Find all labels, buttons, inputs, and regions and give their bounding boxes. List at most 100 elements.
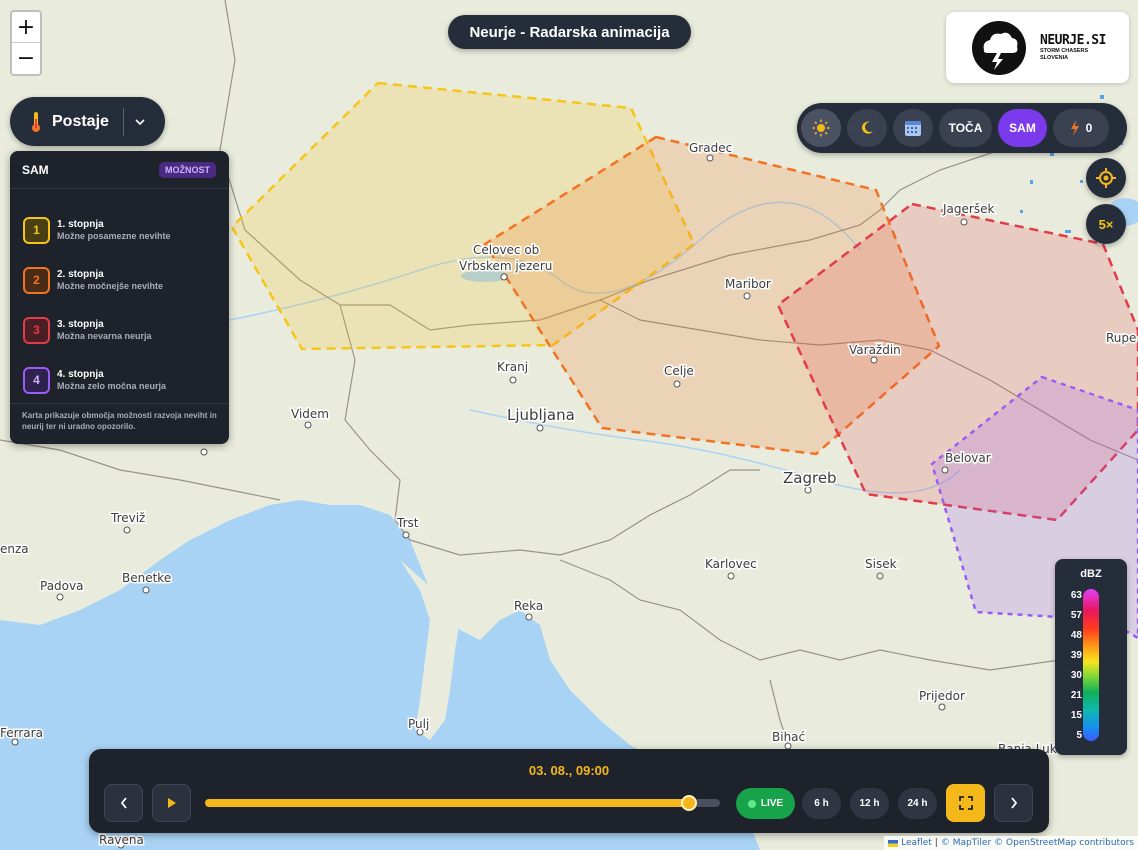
live-button[interactable]: LIVE xyxy=(736,788,795,819)
city-label: Ravena xyxy=(99,833,144,847)
play-icon xyxy=(167,798,176,808)
logo-text: NEURJE.SI STORM CHASERS SLOVENIA xyxy=(1040,34,1106,61)
city-label: Rupe xyxy=(1106,331,1136,345)
leaflet-link[interactable]: Leaflet xyxy=(901,838,932,848)
logo-tagline-1: STORM CHASERS xyxy=(1040,48,1089,54)
city-label: Zagreb xyxy=(783,469,837,487)
city-label: Trst xyxy=(396,516,419,530)
hail-layer-button[interactable]: TOČA xyxy=(939,109,992,147)
level-desc: Možna nevarna neurja xyxy=(57,330,152,341)
chevron-down-icon[interactable] xyxy=(134,118,146,126)
level-name: 1. stopnja xyxy=(57,219,104,231)
city-label: Maribor xyxy=(725,277,771,291)
range-24h-button[interactable]: 24 h xyxy=(898,788,937,819)
range-12h-button[interactable]: 12 h xyxy=(850,788,889,819)
logo-name: NEURJE.SI xyxy=(1040,33,1106,48)
legend-header: SAM MOŽNOST xyxy=(10,151,229,189)
legend-level-4: 4 4. stopnja Možna zelo močna neurja xyxy=(23,355,229,405)
live-dot-icon xyxy=(747,799,756,808)
legend-level-3: 3 3. stopnja Možna nevarna neurja xyxy=(23,305,229,355)
sun-icon xyxy=(812,119,830,137)
level-name: 2. stopnja xyxy=(57,269,104,281)
next-frame-button[interactable] xyxy=(994,784,1033,822)
range-6h-button[interactable]: 6 h xyxy=(802,788,841,819)
city-label: Bihać xyxy=(772,730,805,744)
city-label: Celovec ob xyxy=(473,243,539,257)
timeline-handle[interactable] xyxy=(681,795,698,811)
stations-divider xyxy=(122,107,124,136)
sam-layer-button[interactable]: SAM xyxy=(998,109,1047,147)
live-label: LIVE xyxy=(760,798,784,809)
level-name: 4. stopnja xyxy=(57,369,104,381)
scale-tick: 5 xyxy=(1076,730,1082,741)
city-label: Padova xyxy=(40,579,83,593)
lightning-layer-button[interactable]: 0 xyxy=(1053,109,1109,147)
level-2-badge: 2 xyxy=(23,266,50,294)
level-4-badge: 4 xyxy=(23,366,50,394)
map-attribution: Leaflet | © MapTiler © OpenStreetMap con… xyxy=(884,836,1138,850)
lightning-icon xyxy=(1070,120,1079,136)
calendar-button[interactable] xyxy=(893,109,933,147)
city-label: Benetke xyxy=(122,571,171,585)
scale-tick: 48 xyxy=(1070,630,1082,641)
city-label: Prijedor xyxy=(919,689,965,703)
level-desc: Možna zelo močna neurja xyxy=(57,380,167,391)
fullscreen-button[interactable] xyxy=(946,784,985,822)
night-mode-button[interactable] xyxy=(847,109,887,147)
stations-label: Postaje xyxy=(52,112,109,130)
city-label: Kranj xyxy=(497,360,528,374)
timeline-progress xyxy=(205,799,690,807)
level-desc: Možne močnejše nevihte xyxy=(57,280,164,291)
scale-tick: 63 xyxy=(1070,590,1082,601)
city-label: Belovar xyxy=(945,451,991,465)
chevron-right-icon xyxy=(1010,797,1017,809)
legend-disclaimer: Karta prikazuje območja možnosti razvoja… xyxy=(10,403,229,433)
scale-tick: 57 xyxy=(1070,610,1082,621)
page-title: Neurje - Radarska animacija xyxy=(448,15,691,49)
city-label: Karlovec xyxy=(705,557,757,571)
stations-dropdown[interactable]: Postaje xyxy=(10,97,165,146)
zoom-in-button[interactable]: + xyxy=(12,12,40,43)
city-label: Gradec xyxy=(689,141,732,155)
current-time: 03. 08., 09:00 xyxy=(528,763,610,778)
legend-level-1: 1 1. stopnja Možne posamezne nevihte xyxy=(23,205,229,255)
city-label: Jageršek xyxy=(942,202,994,216)
level-name: 3. stopnja xyxy=(57,319,104,331)
scale-tick: 21 xyxy=(1070,690,1082,701)
zoom-out-button[interactable]: − xyxy=(12,43,40,74)
storm-cloud-logo-icon xyxy=(972,20,1026,75)
city-label: Sisek xyxy=(865,557,897,571)
logo-tagline-2: SLOVENIA xyxy=(1040,54,1069,61)
animation-speed-button[interactable]: 5× xyxy=(1086,204,1126,244)
city-label: Celje xyxy=(664,364,694,378)
calendar-icon xyxy=(905,121,921,136)
moon-icon xyxy=(862,121,873,134)
scale-tick: 30 xyxy=(1070,670,1082,681)
logo[interactable]: NEURJE.SI STORM CHASERS SLOVENIA xyxy=(946,12,1129,83)
scale-title: dBZ xyxy=(1080,568,1102,580)
legend-title: SAM xyxy=(22,162,49,177)
legend-badge: MOŽNOST xyxy=(159,161,216,178)
maptiler-link[interactable]: © MapTiler xyxy=(941,838,991,848)
timeline-panel: 03. 08., 09:00 LIVE 6 h 12 h 24 h xyxy=(89,749,1049,833)
timeline-slider[interactable] xyxy=(205,795,720,811)
city-label: enza xyxy=(0,542,29,556)
city-label: Treviž xyxy=(110,511,145,525)
thermometer-icon xyxy=(26,111,46,133)
city-label: Videm xyxy=(291,407,329,421)
ukraine-flag-icon xyxy=(888,839,899,847)
osm-link[interactable]: © OpenStreetMap contributors xyxy=(994,838,1134,848)
locate-button[interactable] xyxy=(1086,158,1126,198)
play-button[interactable] xyxy=(152,784,191,822)
level-3-badge: 3 xyxy=(23,316,50,344)
legend-level-2: 2 2. stopnja Možne močnejše nevihte xyxy=(23,255,229,305)
chevron-left-icon xyxy=(120,797,127,809)
city-label: Vrbskem jezeru xyxy=(459,259,552,273)
scale-ticks: 63 57 48 39 30 21 15 5 xyxy=(1064,589,1082,741)
previous-frame-button[interactable] xyxy=(104,784,143,822)
layer-toolbar: TOČA SAM 0 xyxy=(797,103,1127,153)
fullscreen-icon xyxy=(958,796,973,810)
city-label: Ferrara xyxy=(0,726,43,740)
day-mode-button[interactable] xyxy=(801,109,841,147)
level-desc: Možne posamezne nevihte xyxy=(57,230,171,241)
